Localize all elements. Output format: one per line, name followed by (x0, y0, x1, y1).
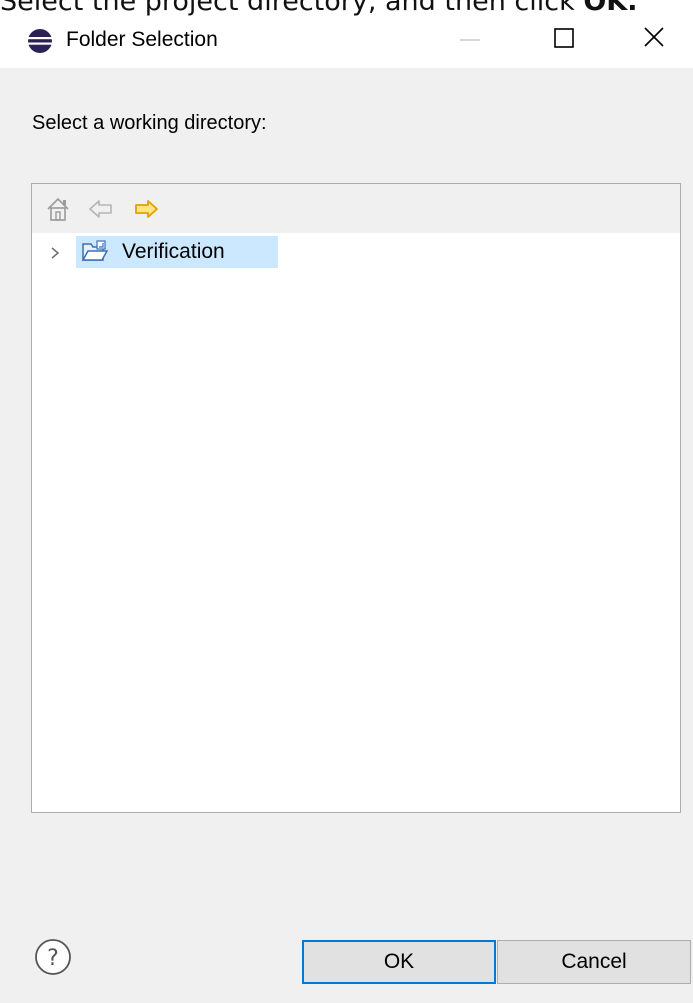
tree-item[interactable]: Verification (32, 236, 680, 270)
help-icon[interactable]: ? (34, 938, 72, 976)
ok-button[interactable]: OK (302, 940, 496, 984)
cancel-button[interactable]: Cancel (497, 940, 691, 984)
tree-toolbar (32, 184, 680, 233)
instruction-text: Select the project directory, and then c… (0, 0, 637, 17)
folder-open-icon (81, 240, 109, 264)
title-bar[interactable]: Folder Selection (0, 16, 693, 68)
dialog-title: Folder Selection (66, 28, 218, 51)
close-button[interactable] (625, 16, 685, 66)
arrow-right-icon[interactable] (132, 196, 160, 222)
maximize-button[interactable] (535, 16, 595, 66)
chevron-right-icon[interactable] (48, 245, 62, 261)
prompt-label: Select a working directory: (32, 112, 267, 134)
svg-text:?: ? (47, 946, 59, 971)
home-icon[interactable] (44, 196, 72, 222)
arrow-left-icon[interactable] (87, 196, 115, 222)
tree-item-label: Verification (122, 240, 225, 263)
instruction-bold: OK. (583, 0, 638, 17)
minimize-button[interactable] (440, 16, 500, 66)
eclipse-icon (27, 28, 53, 54)
folder-tree-panel[interactable]: Verification (31, 183, 681, 813)
folder-selection-dialog: Folder Selection Select a working direct… (0, 16, 693, 1003)
instruction-prefix: Select the project directory, and then c… (0, 0, 584, 17)
